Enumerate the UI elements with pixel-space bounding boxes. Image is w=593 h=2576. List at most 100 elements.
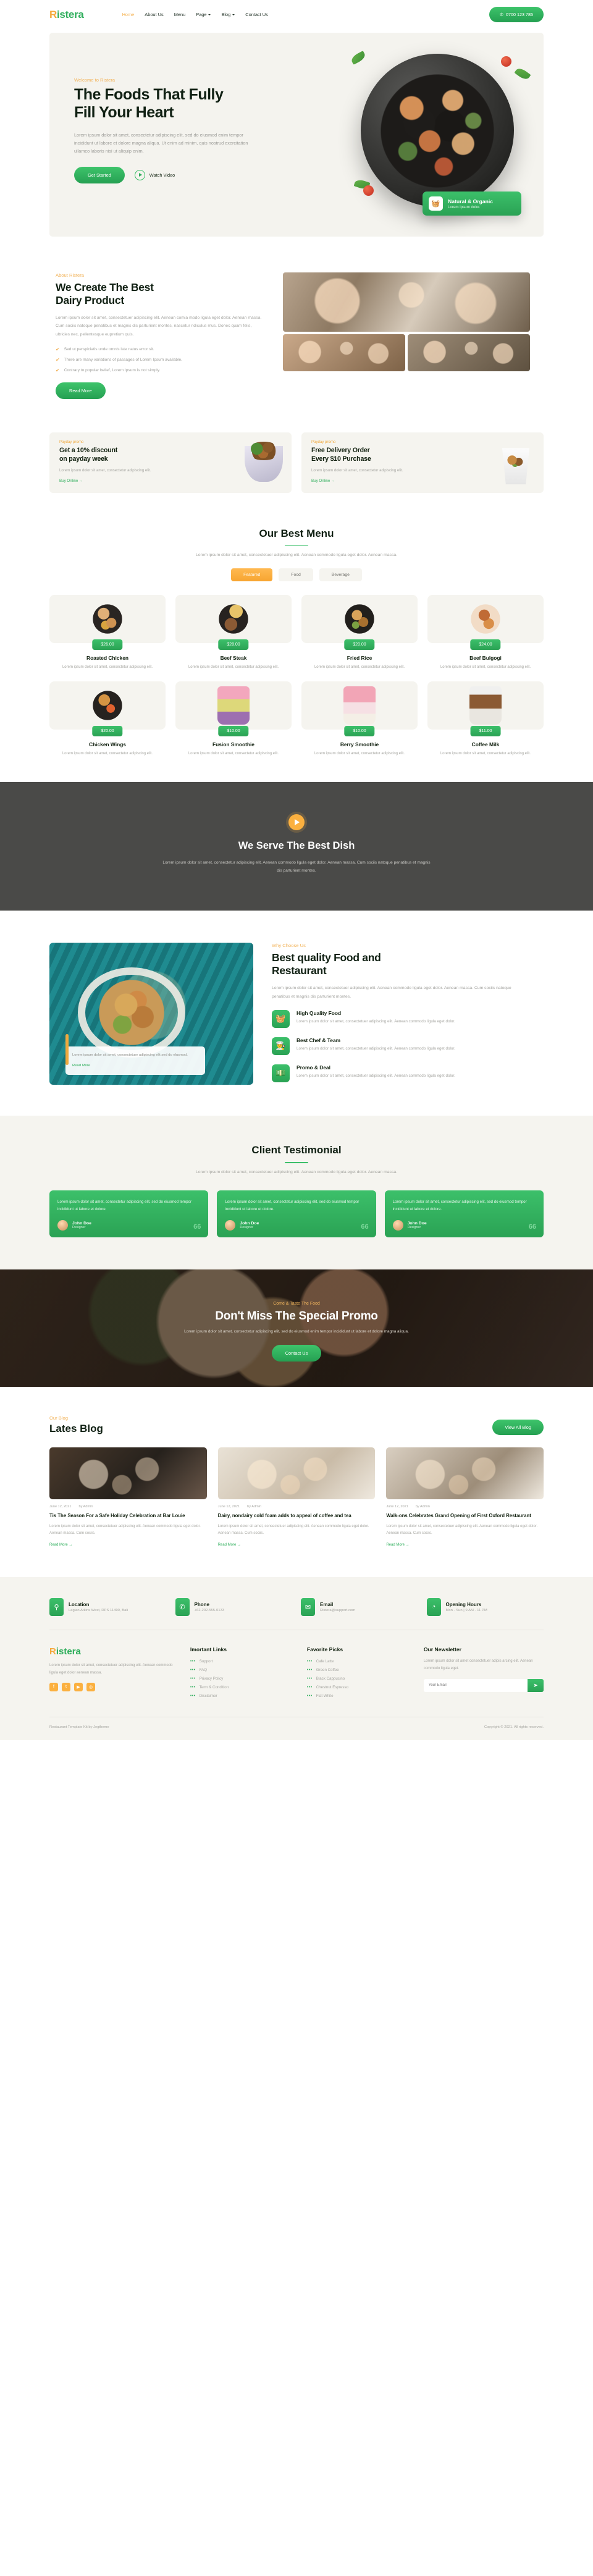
menu-item-name: Chicken Wings [89,741,126,747]
footer-link[interactable]: ••• Term & Condition [190,1685,292,1690]
why-feature-list: 🧺 High Quality Food Lorem ipsum dolor sit … [272,1009,519,1082]
menu-grid: $26.00 Roasted Chicken Lorem ipsum dolor s… [49,595,544,757]
menu-item-card[interactable]: $20.00 Fried Rice Lorem ipsum dolor sit am… [301,595,418,671]
menu-item-card[interactable]: $10.00 Berry Smoothie Lorem ipsum dolor si… [301,681,418,757]
menu-item-desc: Lorem ipsum dolor sit amet, consectetur … [314,665,405,670]
why-card-link[interactable]: Read More [72,1064,90,1067]
get-started-button[interactable]: Get Started [74,166,125,183]
menu-item-name: Coffee Milk [471,741,500,747]
feature-title: Best Chef & Team [296,1037,341,1043]
email-input[interactable] [423,1678,528,1692]
read-more-link[interactable]: Read More → [218,1543,241,1547]
money-icon: 💵 [272,1064,290,1082]
youtube-icon[interactable]: ▶ [74,1682,83,1691]
menu-tab-featured[interactable]: Featured [231,568,273,582]
instagram-icon[interactable]: ◎ [86,1682,95,1691]
site-logo[interactable]: Ristera [49,9,84,21]
blog-card[interactable]: June 12, 2021 by Admin Walk-ons Celebrates… [386,1447,544,1548]
menu-item-card[interactable]: $28.00 Beef Steak Lorem ipsum dolor sit am… [175,595,292,671]
menu-tab-beverage[interactable]: Beverage [319,568,362,582]
bullet-icon: ••• [190,1676,196,1681]
promo-eyebrow: Payday promo [59,440,84,445]
footer-link[interactable]: ••• Flat White [307,1694,409,1698]
menu-item-desc: Lorem ipsum dolor sit amet, consectetur … [62,751,153,756]
about-description: Lorem ipsum dolor sit amet, consectetuer… [56,316,262,337]
play-icon [134,169,145,180]
promo-card[interactable]: Payday promo Free Delivery Order Every $10… [301,432,544,493]
footer-link[interactable]: ••• Green Coffee [307,1668,409,1672]
blog-card[interactable]: June 12, 2021 by Admin Dairy, nondairy col… [217,1447,376,1548]
menu-item-card[interactable]: $20.00 Chicken Wings Lorem ipsum dolor sit… [49,681,166,757]
dish-image [91,686,124,725]
nav-label: Contact Us [245,12,268,17]
menu-item-card[interactable]: $11.00 Coffee Milk Lorem ipsum dolor sit a… [427,681,544,757]
blog-date: June 12, 2021 [386,1505,408,1509]
dish-image [91,600,124,639]
menu-item-card[interactable]: $24.00 Beef Bulgogi Lorem ipsum dolor sit … [427,595,544,671]
nav-item-contact-us[interactable]: Contact Us [245,12,268,17]
footer-picks-list: ••• Cafe Latte ••• Green Coffee ••• Black Cap… [307,1659,409,1698]
footer-logo[interactable]: Ristera [49,1646,175,1657]
footer-link[interactable]: ••• Support [190,1659,292,1664]
nav-item-page[interactable]: Page [196,12,211,17]
facebook-icon[interactable]: f [49,1682,58,1691]
twitter-icon[interactable]: t [62,1682,70,1691]
logo-initial: R [49,8,57,20]
footer-contact-phone: ✆ Phone +62-202-555-0133 [175,1597,293,1616]
footer-contact-location: ⚲ Location Legian Atkins West, DPS 11490, … [49,1597,167,1616]
watch-video-button[interactable]: Watch Video [134,169,175,180]
hero-eyebrow: Welcome to Ristera [74,77,116,83]
buy-online-link[interactable]: Buy Online → [311,479,335,483]
nav-item-home[interactable]: Home [122,12,135,17]
menu-tab-food[interactable]: Food [279,568,313,582]
menu-subtitle: Lorem ipsum dolor sit amet, consectetuer… [195,553,398,558]
hero-title-line2: Fill Your Heart [74,104,174,122]
footer-link[interactable]: ••• Privacy Policy [190,1677,292,1681]
bullet-icon: ••• [306,1685,313,1690]
menu-item-name: Fried Rice [347,655,372,662]
promo-title-line1: Get a 10% discount [59,447,118,455]
promo-card[interactable]: Payday promo Get a 10% discount on payday … [49,432,292,493]
footer-link[interactable]: ••• Black Cappucino [307,1677,409,1681]
gallery-image [283,334,405,371]
dish-image [217,686,250,725]
read-more-button[interactable]: Read More [56,382,106,399]
feature-title: Promo & Deal [296,1064,330,1071]
read-more-link[interactable]: Read More → [49,1543,72,1547]
nav-item-menu[interactable]: Menu [174,12,186,17]
badge-subtitle: Lorem ipsum dolor. [448,204,481,209]
dish-image [469,686,502,725]
contact-value: Mon - Sun | 9 AM - 11 PM [445,1608,487,1612]
about-section: About Ristera We Create The Best Dairy P… [49,237,544,757]
nav-label: Page [196,12,207,17]
check-item: ✔ Sed ut perspiciatis unde omnis iste nat… [56,347,266,352]
special-promo-banner: Come & Taste The Food Don't Miss The Spe… [0,1269,593,1387]
send-icon[interactable]: ➤ [528,1678,544,1692]
footer-link-label: Disclaimer [199,1693,217,1698]
nav-item-blog[interactable]: Blog [221,12,235,17]
menu-item-card[interactable]: $26.00 Roasted Chicken Lorem ipsum dolor s… [49,595,166,671]
menu-item-image: $11.00 [427,681,544,736]
tomato-icon [501,56,511,67]
contact-us-button[interactable]: Contact Us [271,1344,322,1362]
blog-card[interactable]: June 12, 2021 by Admin Tis The Season For … [49,1447,207,1548]
video-play-button[interactable] [288,814,305,831]
buy-online-link[interactable]: Buy Online → [59,479,83,483]
view-all-blog-button[interactable]: View All Blog [492,1420,544,1436]
footer-link[interactable]: ••• Cafe Latte [307,1659,409,1664]
badge-title: Natural & Organic [448,198,494,204]
basket-icon: 🧺 [429,196,443,211]
read-more-link[interactable]: Read More → [386,1543,409,1547]
menu-tabs: Featured Food Beverage [49,568,544,582]
nav-item-about-us[interactable]: About Us [145,12,163,17]
footer-link[interactable]: ••• FAQ [190,1668,292,1672]
site-header: Ristera Home About Us Menu Page Blog Contact … [0,0,593,29]
footer-link[interactable]: ••• Chestnut Espresso [307,1685,409,1690]
call-button[interactable]: ✆ 0700 123 785 [489,7,544,22]
menu-item-card[interactable]: $10.00 Fusion Smoothie Lorem ipsum dolor s… [175,681,292,757]
nav-label: Home [122,12,135,17]
blog-meta: June 12, 2021 by Admin [386,1505,544,1509]
why-card-text: Lorem ipsum dolor sit amet, consectetuer… [72,1053,188,1057]
footer-link[interactable]: ••• Disclaimer [190,1694,292,1698]
menu-item-desc: Lorem ipsum dolor sit amet, consectetur … [314,751,405,756]
